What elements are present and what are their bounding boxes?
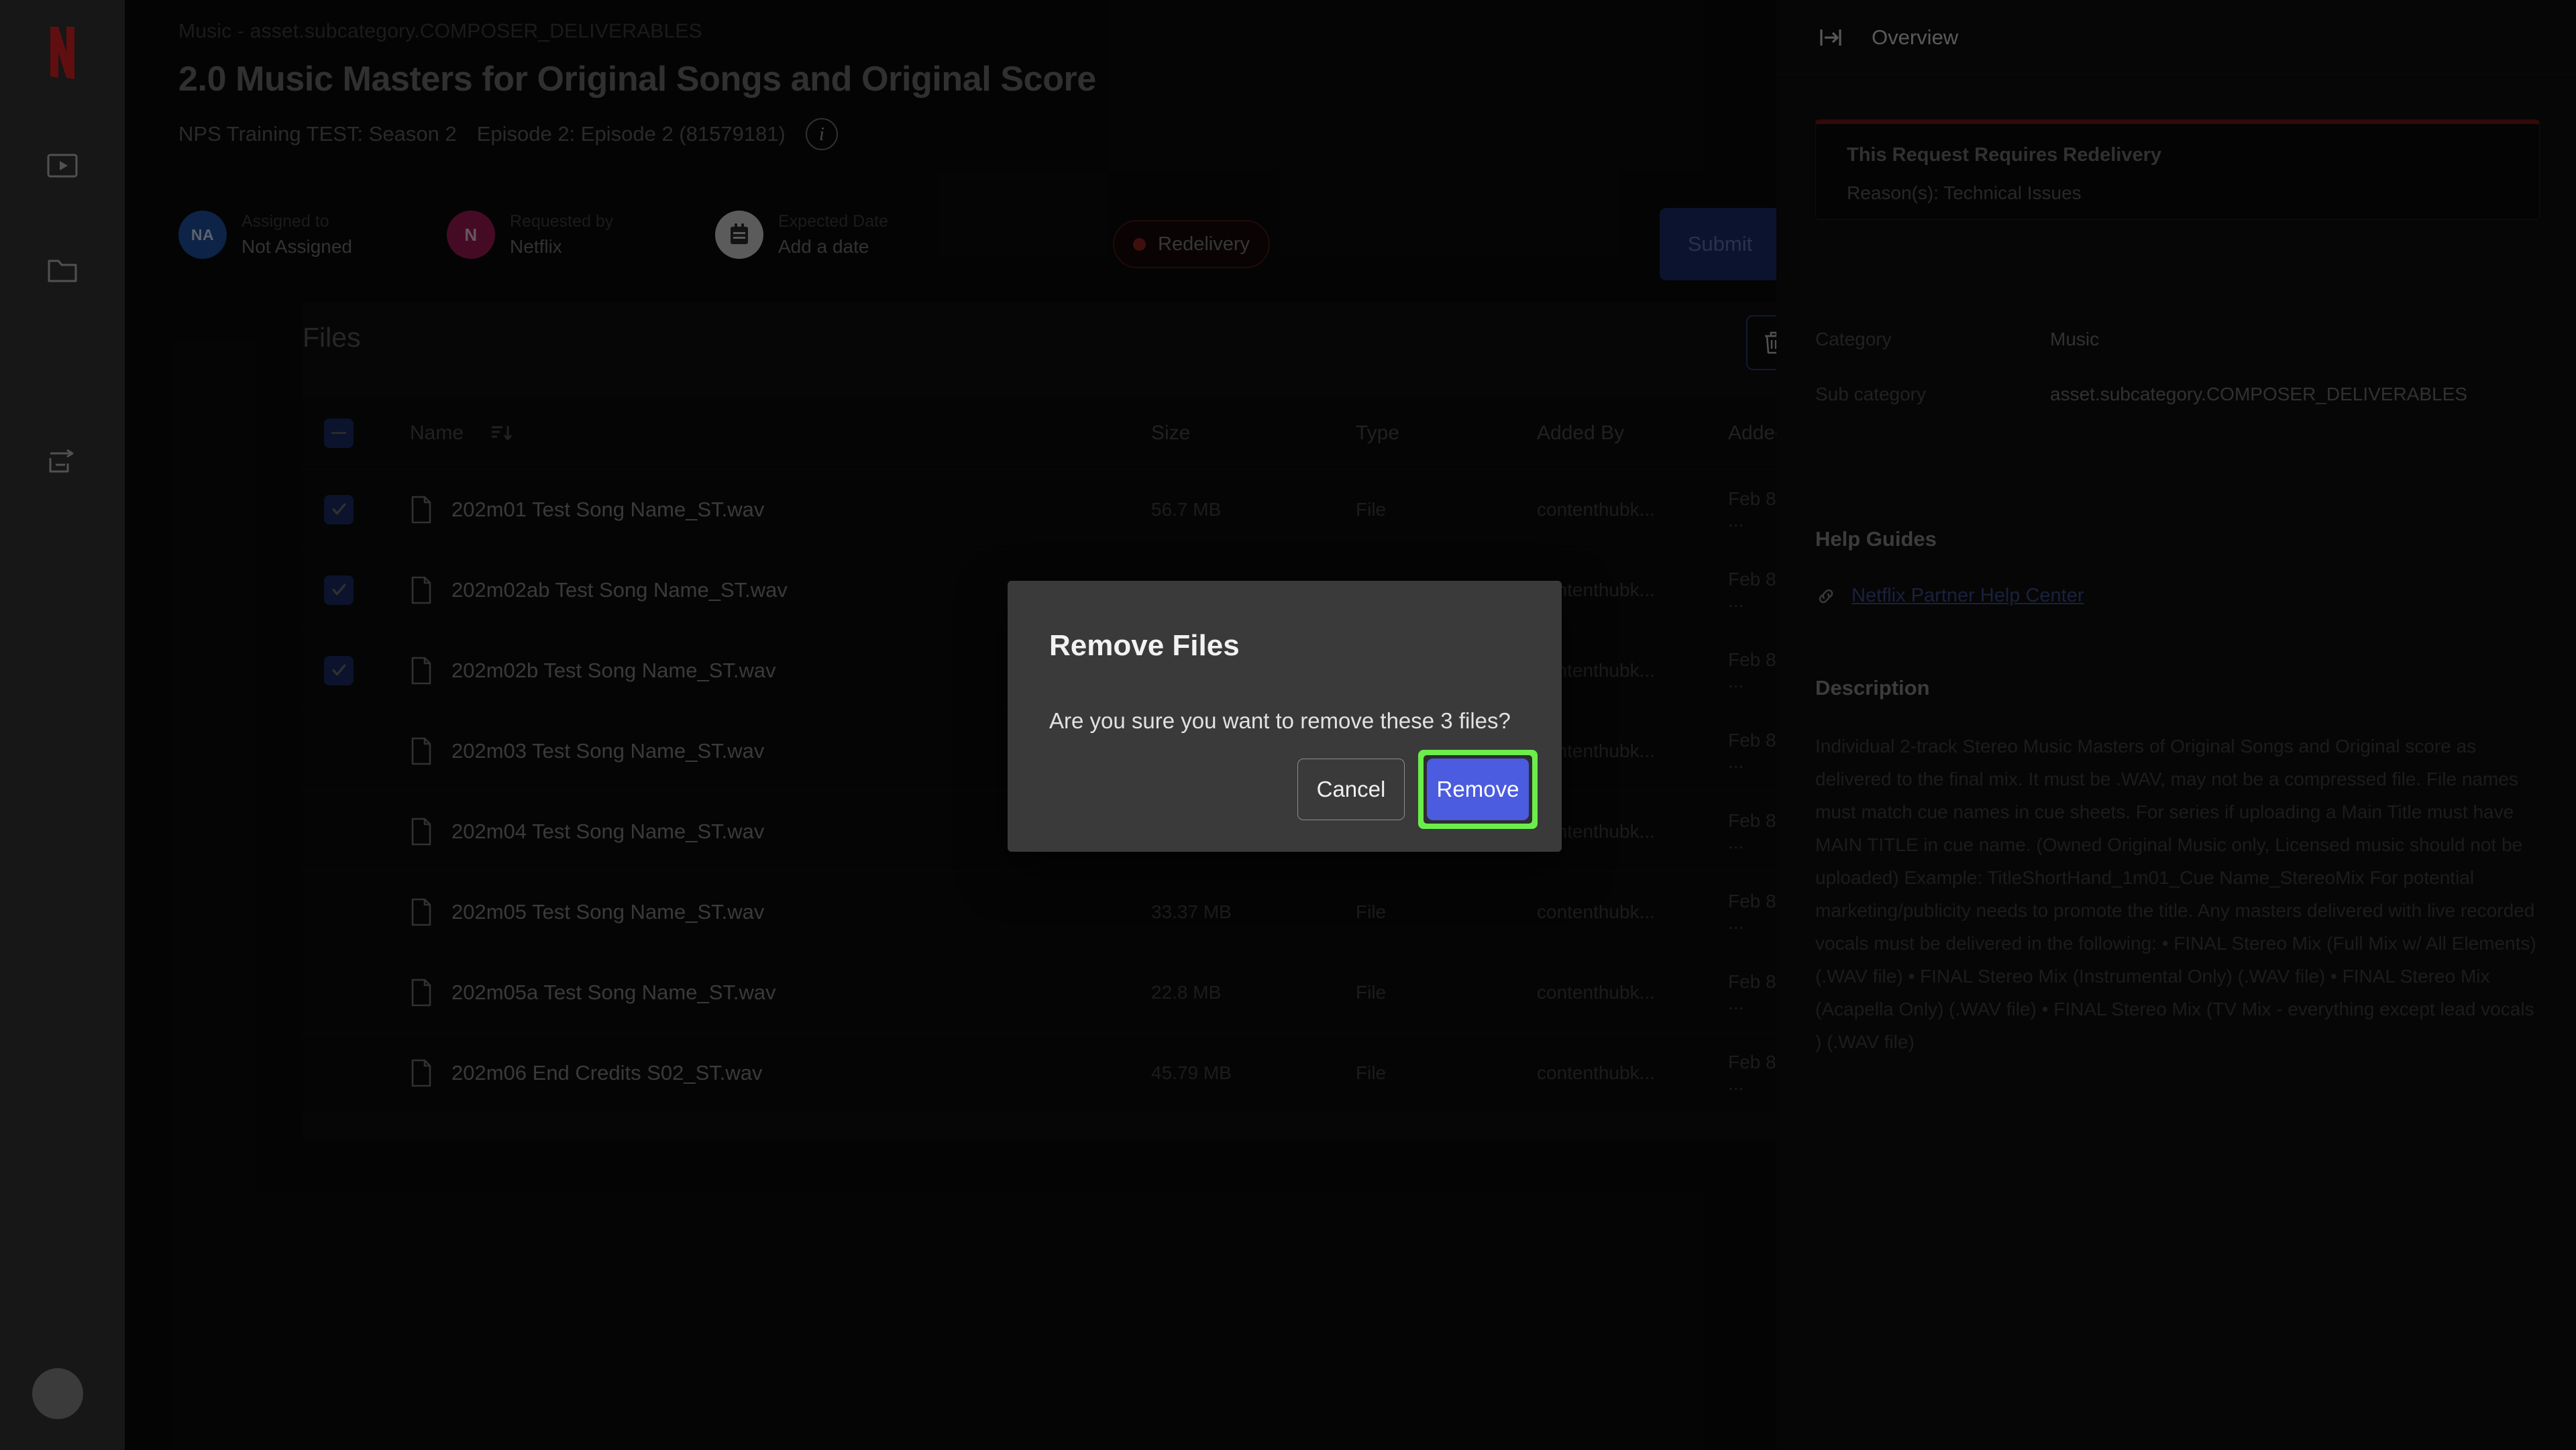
dialog-message: Are you sure you want to remove these 3 … xyxy=(1049,708,1511,733)
remove-button[interactable]: Remove xyxy=(1427,759,1529,820)
dialog-actions: Cancel Remove xyxy=(1297,750,1538,829)
remove-button-highlight: Remove xyxy=(1418,750,1538,829)
cancel-button[interactable]: Cancel xyxy=(1297,759,1405,820)
remove-button-highlight-inner: Remove xyxy=(1424,755,1532,824)
dialog-title: Remove Files xyxy=(1049,629,1240,662)
remove-files-dialog: Remove Files Are you sure you want to re… xyxy=(1008,581,1562,852)
app-root: Music - asset.subcategory.COMPOSER_DELIV… xyxy=(0,0,2576,1450)
